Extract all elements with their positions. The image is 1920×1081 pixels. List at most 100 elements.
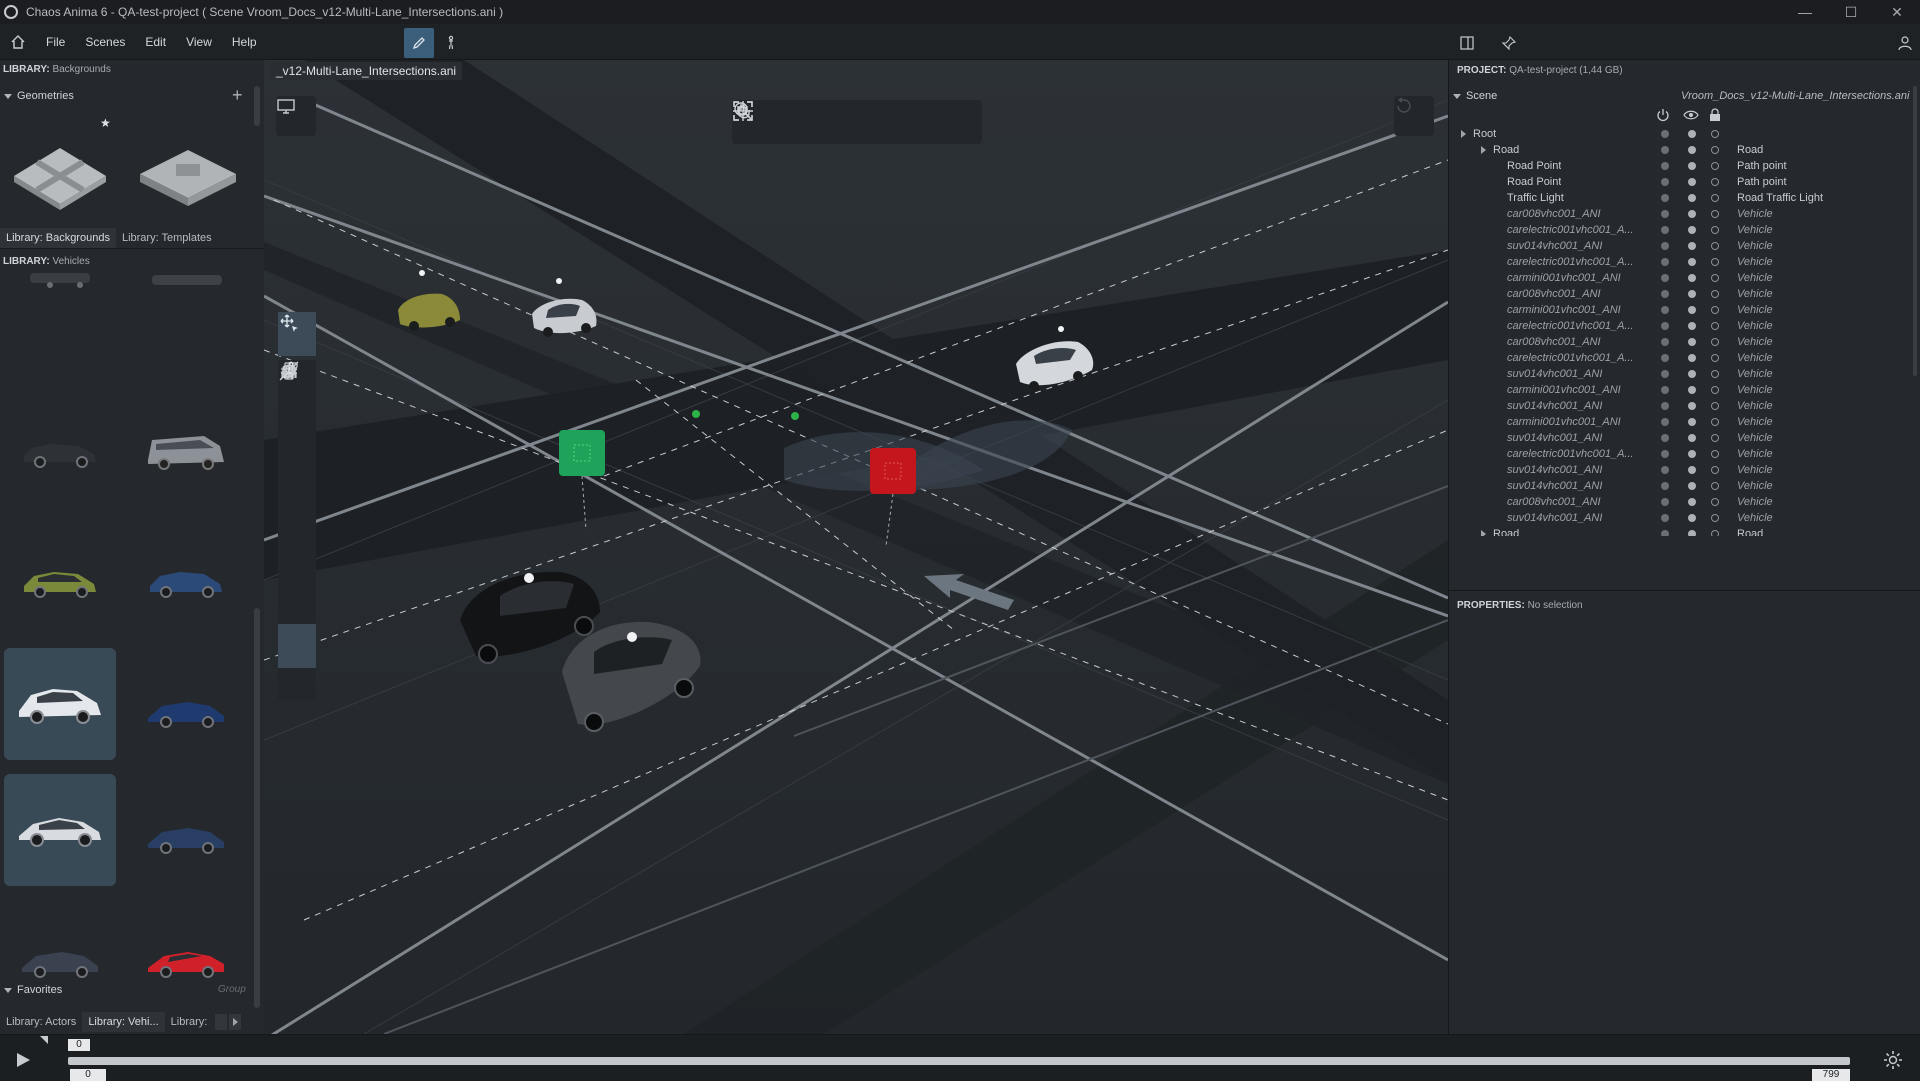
crowd-tool-button[interactable] xyxy=(278,365,316,536)
visibility-toggle[interactable] xyxy=(1688,482,1696,490)
enabled-toggle[interactable] xyxy=(1661,130,1669,138)
tab-scroll-right-button[interactable] xyxy=(229,1014,242,1030)
roundabout-tool-button[interactable] xyxy=(278,361,316,492)
enabled-toggle[interactable] xyxy=(1661,354,1669,362)
expand-arrow-icon[interactable] xyxy=(1481,146,1486,154)
tree-row[interactable]: car008vhc001_ANI Vehicle xyxy=(1449,494,1909,510)
lock-toggle[interactable] xyxy=(1711,130,1719,138)
toggle-visibility-column[interactable] xyxy=(1683,108,1699,122)
geometries-section-header[interactable]: Geometries xyxy=(0,86,250,106)
enabled-toggle[interactable] xyxy=(1661,418,1669,426)
lock-toggle[interactable] xyxy=(1711,354,1719,362)
enabled-toggle[interactable] xyxy=(1661,210,1669,218)
vehicle-thumb[interactable] xyxy=(130,906,242,1018)
menu-file[interactable]: File xyxy=(36,35,75,49)
tree-row[interactable]: Road Point Path point xyxy=(1449,174,1909,190)
pedestrian-path-tool-button[interactable] xyxy=(278,361,316,668)
expand-arrow-icon[interactable] xyxy=(1481,530,1486,536)
lock-toggle[interactable] xyxy=(1711,514,1719,522)
lock-toggle[interactable] xyxy=(1711,370,1719,378)
lock-toggle[interactable] xyxy=(1711,338,1719,346)
enabled-toggle[interactable] xyxy=(1661,290,1669,298)
timeline-track[interactable] xyxy=(68,1057,1850,1065)
viewport-scene-tab[interactable]: _v12-Multi-Lane_Intersections.ani xyxy=(270,62,463,80)
visibility-toggle[interactable] xyxy=(1688,162,1696,170)
visibility-toggle[interactable] xyxy=(1688,530,1696,536)
enabled-toggle[interactable] xyxy=(1661,466,1669,474)
lock-toggle[interactable] xyxy=(1711,386,1719,394)
visibility-toggle[interactable] xyxy=(1688,498,1696,506)
lane-split-tool-button[interactable] xyxy=(278,362,316,712)
tree-row[interactable]: carmini001vhc001_ANI Vehicle xyxy=(1449,382,1909,398)
visibility-toggle[interactable] xyxy=(1688,386,1696,394)
visibility-toggle[interactable] xyxy=(1688,402,1696,410)
lock-toggle[interactable] xyxy=(1711,258,1719,266)
enabled-toggle[interactable] xyxy=(1661,194,1669,202)
visibility-toggle[interactable] xyxy=(1688,210,1696,218)
panel-layout-button[interactable] xyxy=(1452,28,1482,58)
lock-toggle[interactable] xyxy=(1711,322,1719,330)
geometries-scrollbar[interactable] xyxy=(254,86,260,126)
visibility-toggle[interactable] xyxy=(1688,450,1696,458)
close-button[interactable]: ✕ xyxy=(1874,0,1920,24)
lock-toggle[interactable] xyxy=(1711,418,1719,426)
expand-arrow-icon[interactable] xyxy=(1461,130,1466,138)
camera-view-button[interactable] xyxy=(276,96,316,136)
lock-toggle[interactable] xyxy=(1711,434,1719,442)
visibility-toggle[interactable] xyxy=(1688,258,1696,266)
visibility-toggle[interactable] xyxy=(1688,194,1696,202)
scene-viewport[interactable]: _v12-Multi-Lane_Intersections.ani xyxy=(264,60,1448,1034)
enabled-toggle[interactable] xyxy=(1661,530,1669,536)
enabled-toggle[interactable] xyxy=(1661,482,1669,490)
tree-row[interactable]: Road Point Path point xyxy=(1449,158,1909,174)
visibility-toggle[interactable] xyxy=(1688,146,1696,154)
tree-row[interactable]: Root xyxy=(1449,126,1909,142)
play-button[interactable] xyxy=(14,1051,32,1069)
lock-toggle[interactable] xyxy=(1711,482,1719,490)
enabled-toggle[interactable] xyxy=(1661,226,1669,234)
tree-row[interactable]: carelectric001vhc001_A... Vehicle xyxy=(1449,446,1909,462)
toggle-lock-column[interactable] xyxy=(1708,108,1722,122)
start-frame-field[interactable]: 0 xyxy=(70,1069,106,1081)
select-move-tool-button[interactable] xyxy=(278,312,316,356)
favorites-section-header[interactable]: Favorites xyxy=(0,980,250,1000)
path-tool-button[interactable] xyxy=(278,362,316,448)
tab-library-more[interactable]: Library: xyxy=(165,1012,214,1032)
visibility-toggle[interactable] xyxy=(1688,130,1696,138)
vehicles-scrollbar[interactable] xyxy=(254,608,260,1008)
enabled-toggle[interactable] xyxy=(1661,402,1669,410)
tree-row[interactable]: carelectric001vhc001_A... Vehicle xyxy=(1449,350,1909,366)
enabled-toggle[interactable] xyxy=(1661,338,1669,346)
vehicle-thumb[interactable] xyxy=(4,526,116,638)
tree-row[interactable]: car008vhc001_ANI Vehicle xyxy=(1449,206,1909,222)
minimize-button[interactable]: — xyxy=(1782,0,1828,24)
add-geometry-button[interactable]: + xyxy=(232,86,243,104)
tree-row[interactable]: Traffic Light Road Traffic Light xyxy=(1449,190,1909,206)
vehicle-thumb[interactable] xyxy=(130,266,242,296)
lock-toggle[interactable] xyxy=(1711,178,1719,186)
vehicle-thumb[interactable] xyxy=(4,906,116,1018)
actor-mode-button[interactable] xyxy=(436,28,466,58)
tab-library-actors[interactable]: Library: Actors xyxy=(0,1012,82,1032)
tree-row[interactable]: suv014vhc001_ANI Vehicle xyxy=(1449,398,1909,414)
lock-toggle[interactable] xyxy=(1711,450,1719,458)
tab-library-templates[interactable]: Library: Templates xyxy=(116,228,218,248)
scene-canvas[interactable] xyxy=(264,60,1448,1034)
visibility-toggle[interactable] xyxy=(1688,466,1696,474)
enabled-toggle[interactable] xyxy=(1661,178,1669,186)
enabled-toggle[interactable] xyxy=(1661,146,1669,154)
visibility-toggle[interactable] xyxy=(1688,290,1696,298)
tree-row[interactable]: suv014vhc001_ANI Vehicle xyxy=(1449,510,1909,526)
visibility-toggle[interactable] xyxy=(1688,226,1696,234)
lock-toggle[interactable] xyxy=(1711,290,1719,298)
enabled-toggle[interactable] xyxy=(1661,386,1669,394)
visibility-toggle[interactable] xyxy=(1688,242,1696,250)
playhead-marker-icon[interactable] xyxy=(40,1035,48,1044)
toggle-enabled-column[interactable] xyxy=(1656,108,1670,122)
lock-toggle[interactable] xyxy=(1711,530,1719,536)
visibility-toggle[interactable] xyxy=(1688,322,1696,330)
traffic-light-tool-button[interactable] xyxy=(278,362,316,580)
tab-library-vehicles[interactable]: Library: Vehi... xyxy=(82,1012,165,1032)
tree-row[interactable]: carmini001vhc001_ANI Vehicle xyxy=(1449,414,1909,430)
edit-mode-button[interactable] xyxy=(404,28,434,58)
